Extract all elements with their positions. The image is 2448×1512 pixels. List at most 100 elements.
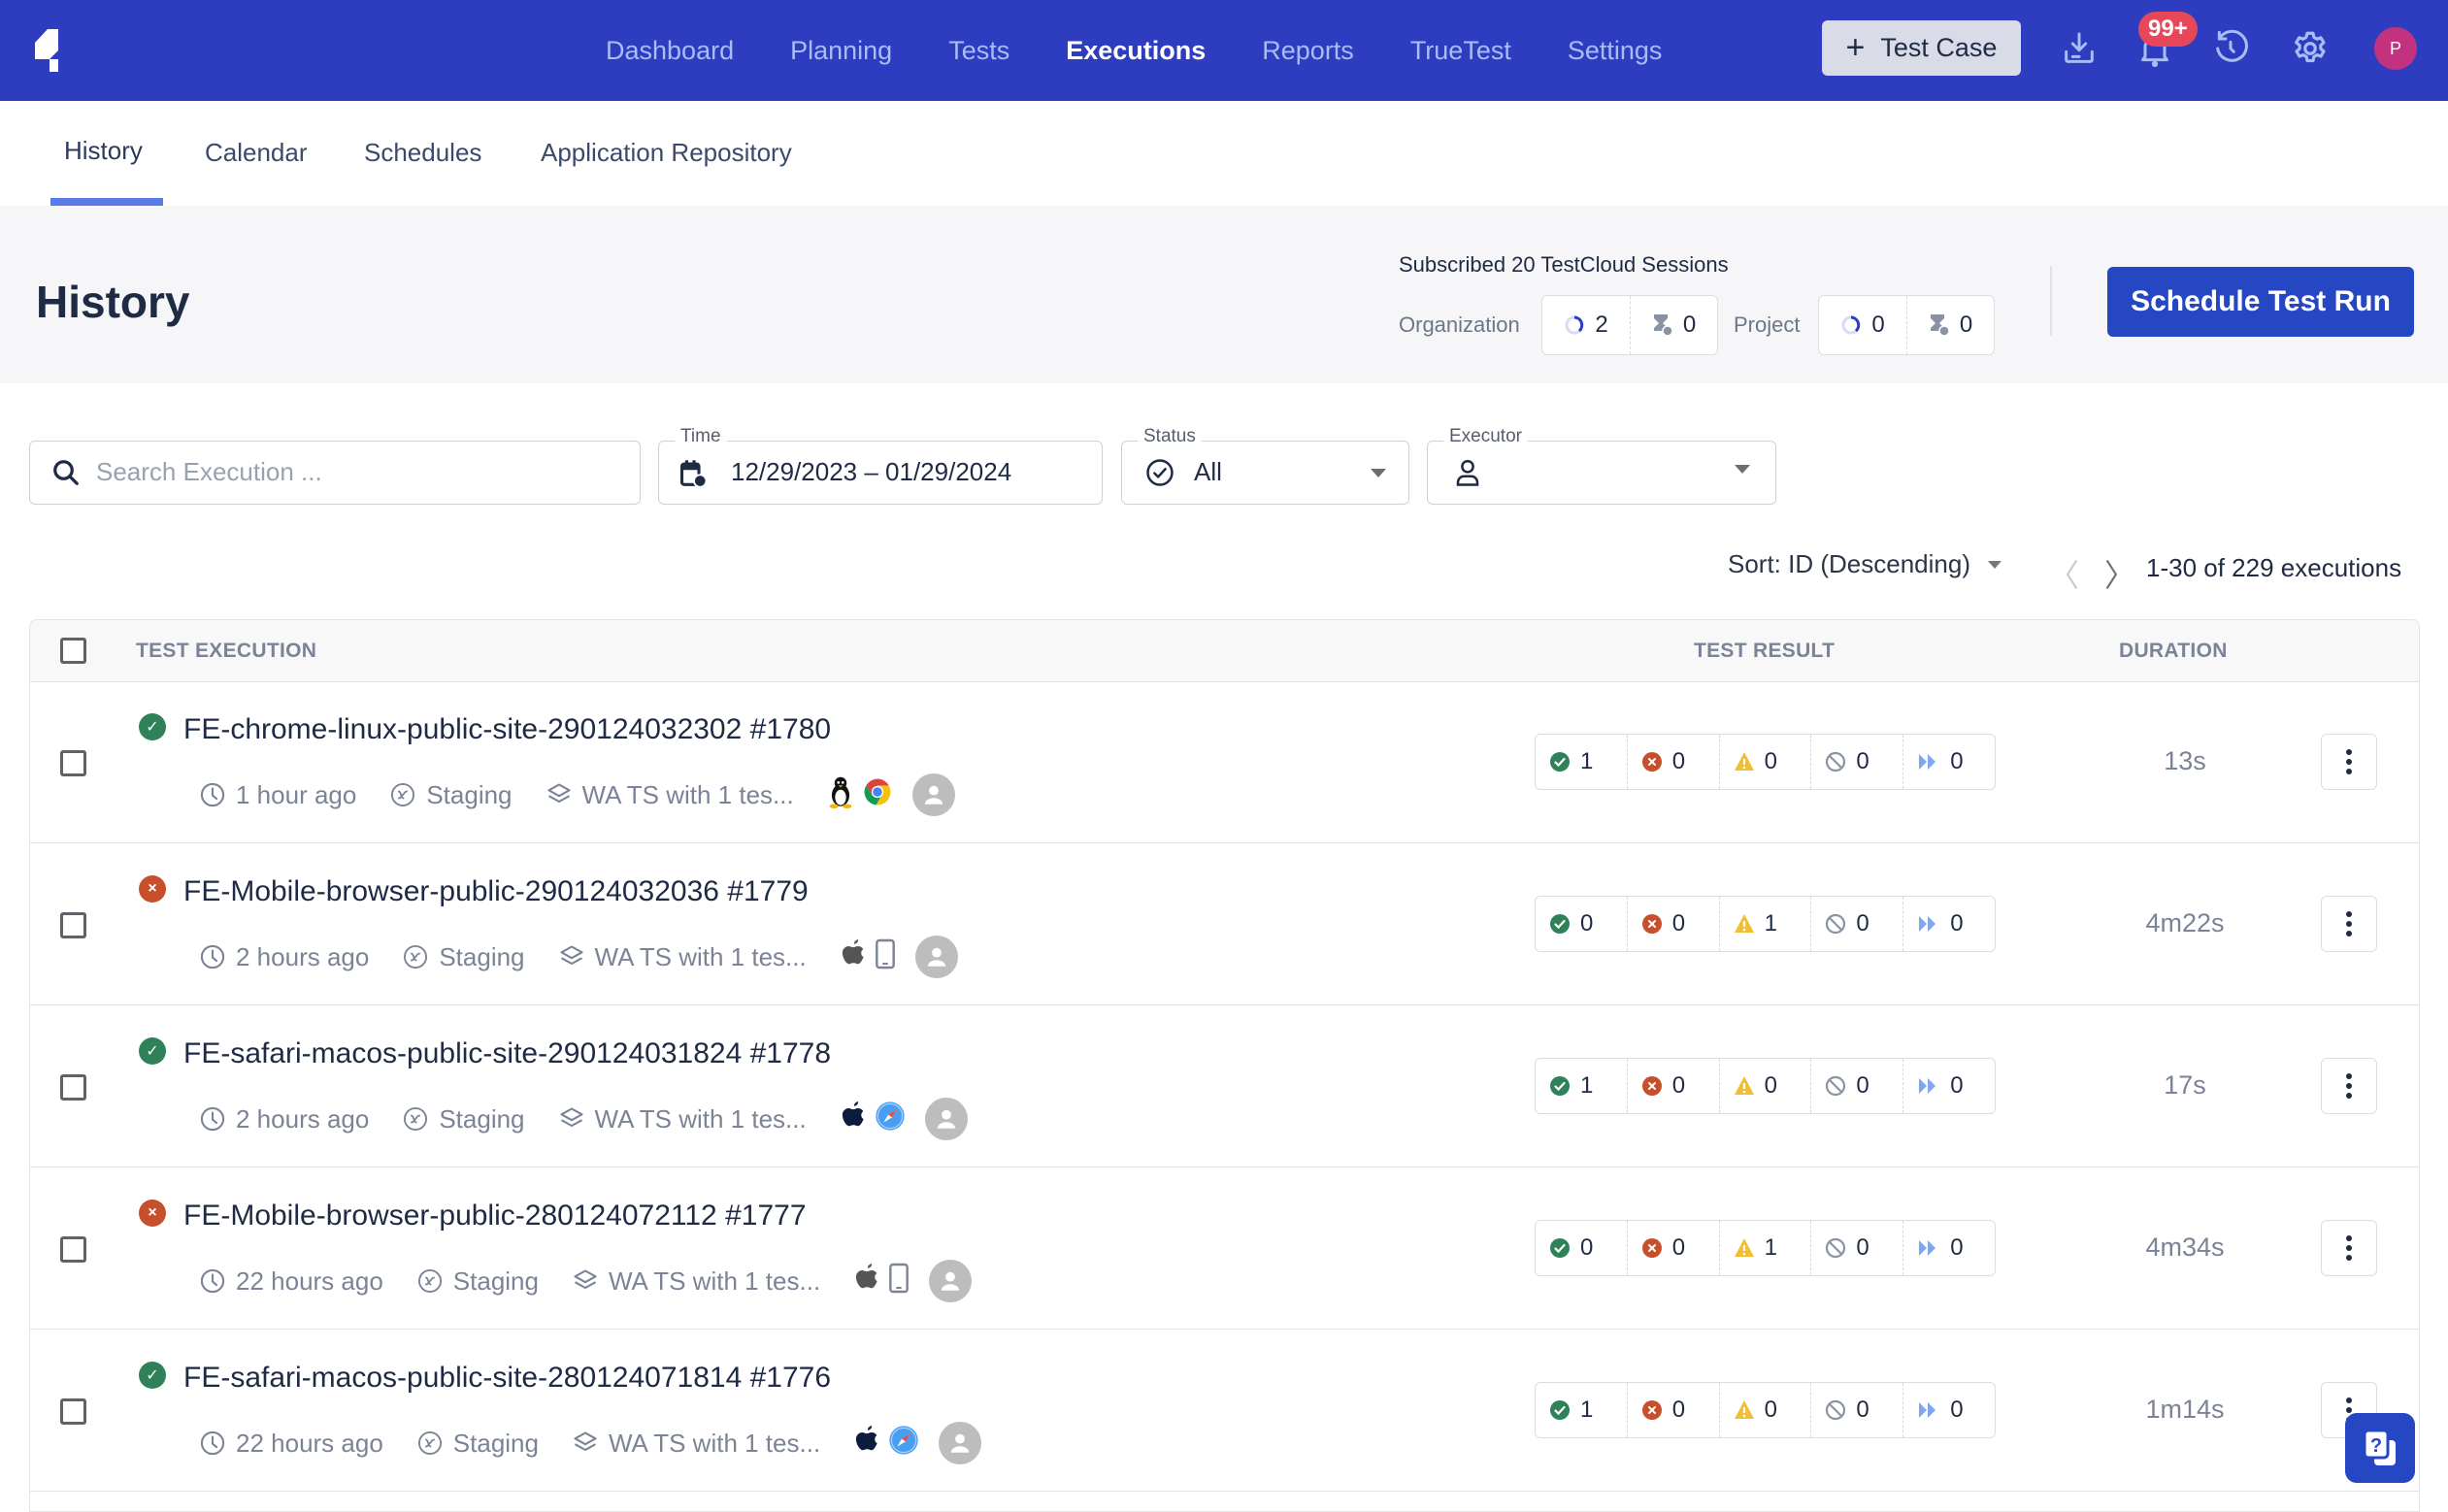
row-more-actions-button[interactable] (2321, 896, 2377, 952)
executor-select[interactable]: Executor (1427, 426, 1776, 505)
test-result-summary[interactable]: 1 0 0 0 0 (1535, 734, 1996, 790)
test-result-summary[interactable]: 0 0 1 0 0 (1535, 896, 1996, 952)
apple-icon (840, 938, 867, 976)
tab-schedules[interactable]: Schedules (364, 138, 481, 168)
execution-name[interactable]: FE-safari-macos-public-site-290124031824… (183, 1037, 831, 1070)
row-checkbox[interactable] (60, 1236, 86, 1263)
history-icon[interactable] (2207, 25, 2254, 72)
sort-dropdown[interactable]: Sort: ID (Descending) (1728, 549, 2001, 579)
safari-icon (888, 1425, 919, 1463)
time-range-field[interactable]: Time 12/29/2023 – 01/29/2024 (658, 426, 1103, 505)
layers-icon (559, 1107, 583, 1128)
table-row[interactable]: ✓ FE-safari-macos-public-site-2801240718… (30, 1331, 2419, 1492)
execution-name[interactable]: FE-Mobile-browser-public-280124072112 #1… (183, 1200, 807, 1233)
execution-name[interactable]: FE-Mobile-browser-public-290124032036 #1… (183, 875, 809, 908)
nav-tests[interactable]: Tests (948, 36, 1009, 66)
select-all-checkbox[interactable] (60, 638, 86, 664)
table-row[interactable]: × FE-Mobile-browser-public-280124072112 … (30, 1168, 2419, 1330)
platform-icons (853, 1425, 919, 1463)
help-chat-button[interactable]: ? (2345, 1413, 2415, 1483)
running-spinner-icon (1565, 315, 1584, 335)
status-label: Status (1138, 426, 1202, 447)
tab-calendar[interactable]: Calendar (205, 138, 308, 168)
table-row[interactable]: ✓ FE-safari-macos-public-site-2901240318… (30, 1006, 2419, 1167)
status-select[interactable]: Status All (1121, 426, 1409, 505)
error-count-value: 0 (1764, 1072, 1777, 1099)
execution-meta: 2 hours ago Staging WA TS with 1 tes... (199, 1098, 968, 1140)
failed-icon (1641, 752, 1662, 772)
tab-history[interactable]: History (64, 136, 143, 166)
sort-label: Sort: ID (Descending) (1728, 549, 1970, 578)
nav-executions[interactable]: Executions (1066, 36, 1206, 66)
platform-icons (853, 1263, 910, 1300)
test-result-summary[interactable]: 1 0 0 0 0 (1535, 1058, 1996, 1114)
schedule-test-run-button[interactable]: Schedule Test Run (2107, 267, 2414, 337)
execution-suite-text: WA TS with 1 tes... (594, 941, 807, 971)
execution-meta: 2 hours ago Staging WA TS with 1 tes... (199, 936, 958, 978)
header-divider (2050, 266, 2052, 336)
row-more-actions-button[interactable] (2321, 734, 2377, 790)
execution-time-text: 2 hours ago (236, 1103, 370, 1134)
skipped-count: 0 (1902, 1383, 1995, 1437)
warning-icon (1734, 914, 1754, 933)
nav-settings[interactable]: Settings (1568, 36, 1663, 66)
skipped-count-value: 0 (1950, 1397, 1964, 1423)
skipped-icon (1919, 1078, 1936, 1094)
execution-suite-text: WA TS with 1 tes... (608, 1265, 821, 1296)
warning-icon (1734, 1400, 1754, 1419)
failed-count-value: 0 (1671, 910, 1686, 937)
passed-count: 0 (1536, 1221, 1627, 1275)
row-more-actions-button[interactable] (2321, 1058, 2377, 1114)
gear-icon[interactable] (2287, 25, 2333, 72)
skipped-count-value: 0 (1950, 1234, 1964, 1261)
row-checkbox[interactable] (60, 1398, 86, 1425)
nav-dashboard[interactable]: Dashboard (606, 36, 734, 66)
download-icon[interactable] (2056, 25, 2102, 72)
execution-suite: WA TS with 1 tes... (572, 1429, 820, 1459)
passed-icon (1550, 914, 1570, 934)
platform-icons (840, 1101, 906, 1138)
execution-time-text: 1 hour ago (236, 779, 357, 809)
error-count-value: 1 (1764, 1234, 1777, 1261)
nav-reports[interactable]: Reports (1262, 36, 1354, 66)
app-logo-icon[interactable] (35, 29, 68, 72)
search-placeholder: Search Execution ... (96, 457, 322, 486)
mobile-icon (875, 938, 896, 976)
execution-suite: WA TS with 1 tes... (572, 1266, 820, 1297)
execution-name[interactable]: FE-chrome-linux-public-site-290124032302… (183, 713, 831, 746)
incomplete-count-value: 0 (1856, 748, 1869, 774)
search-execution-input[interactable]: Search Execution ... (29, 441, 641, 505)
add-test-case-button[interactable]: + Test Case (1822, 20, 2021, 76)
executor-avatar (939, 1422, 982, 1464)
row-more-actions-button[interactable] (2321, 1220, 2377, 1276)
organization-queued: 0 (1630, 296, 1717, 354)
table-header: TEST EXECUTION TEST RESULT DURATION (30, 620, 2419, 682)
nav-truetest[interactable]: TrueTest (1410, 36, 1511, 66)
executor-avatar (929, 1260, 973, 1302)
nav-planning[interactable]: Planning (790, 36, 892, 66)
table-row[interactable]: ✓ FE-chrome-linux-public-site-2901240323… (30, 682, 2419, 843)
failed-count-value: 0 (1671, 1234, 1686, 1261)
row-checkbox[interactable] (60, 750, 86, 776)
tab-application-repository[interactable]: Application Repository (541, 138, 792, 168)
execution-time: 2 hours ago (199, 1104, 369, 1134)
user-icon (1456, 459, 1479, 486)
skipped-count-value: 0 (1950, 1072, 1964, 1099)
executor-avatar (911, 773, 955, 816)
execution-suite-text: WA TS with 1 tes... (581, 779, 794, 809)
skipped-icon (1919, 1402, 1936, 1418)
user-avatar[interactable]: P (2374, 27, 2417, 70)
incomplete-count: 0 (1810, 897, 1902, 951)
test-result-summary[interactable]: 1 0 0 0 0 (1535, 1382, 1996, 1438)
execution-duration: 1m14s (2145, 1395, 2225, 1424)
row-checkbox[interactable] (60, 912, 86, 938)
row-checkbox[interactable] (60, 1074, 86, 1101)
time-range-value: 12/29/2023 – 01/29/2024 (731, 457, 1012, 486)
passed-count-value: 1 (1580, 1072, 1594, 1099)
test-result-summary[interactable]: 0 0 1 0 0 (1535, 1220, 1996, 1276)
execution-name[interactable]: FE-safari-macos-public-site-280124071814… (183, 1362, 831, 1395)
table-row[interactable]: × FE-Mobile-browser-public-290124032036 … (30, 844, 2419, 1005)
executor-avatar (924, 1098, 968, 1140)
previous-page-button[interactable]: 〈 (2048, 551, 2079, 596)
next-page-button[interactable]: 〉 (2104, 551, 2135, 596)
